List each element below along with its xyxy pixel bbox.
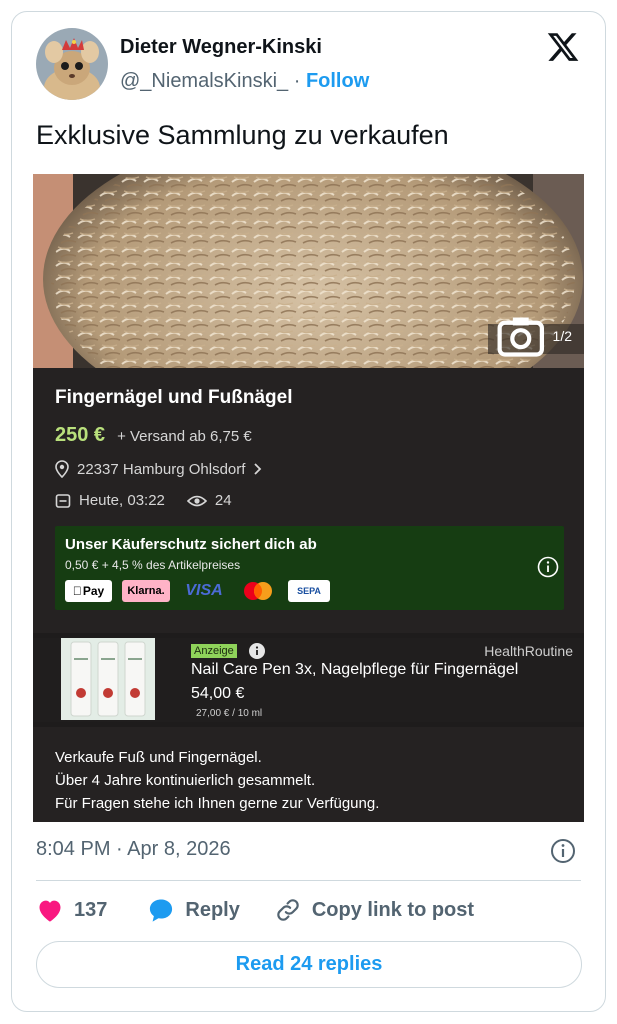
buyer-protection-title: Unser Käuferschutz sichert dich ab	[65, 536, 317, 553]
description-line: Über 4 Jahre kontinuierlich gesammelt.	[55, 772, 316, 789]
sepa-icon: SEPA	[288, 580, 330, 602]
divider	[36, 880, 581, 881]
tweet-media[interactable]: 1/2 Fingernägel und Fußnägel 250 € + Ver…	[33, 174, 584, 822]
posted-time: Heute, 03:22	[79, 492, 165, 509]
reply-label: Reply	[185, 898, 240, 921]
ad-brand: HealthRoutine	[484, 643, 573, 659]
link-icon	[277, 899, 299, 921]
author-handle-row: @_NiemalsKinski_ · Follow	[120, 70, 369, 93]
chevron-right-icon	[254, 463, 262, 475]
avatar[interactable]	[36, 28, 108, 100]
tweet-actions: 137 Reply Copy link to post	[36, 896, 474, 924]
speech-bubble-icon	[150, 899, 173, 922]
location-row: 22337 Hamburg Ohlsdorf	[55, 460, 263, 478]
ad-unit-price: 27,00 € / 10 ml	[196, 708, 263, 719]
tweet-text: Exklusive Sammlung zu verkaufen	[36, 120, 449, 150]
like-count: 137	[74, 898, 108, 921]
info-icon[interactable]	[537, 556, 559, 578]
like-button[interactable]: 137	[36, 897, 107, 923]
ad-product-name[interactable]: Nail Care Pen 3x, Nagelpflege für Finger…	[191, 661, 518, 679]
ad-price: 54,00 €	[191, 685, 245, 702]
separator: ·	[293, 70, 301, 92]
author-display-name[interactable]: Dieter Wegner-Kinski	[120, 36, 322, 59]
eye-icon	[186, 495, 207, 506]
follow-button[interactable]: Follow	[306, 70, 369, 92]
listing-location: 22337 Hamburg Ohlsdorf	[77, 460, 246, 478]
reply-button[interactable]: Reply	[147, 897, 240, 923]
payment-methods: Pay Klarna. VISA SEPA	[65, 580, 330, 602]
heart-icon	[39, 900, 61, 922]
ad-info-icon[interactable]	[249, 643, 265, 659]
copy-link-button[interactable]: Copy link to post	[274, 897, 474, 923]
tweet-timestamp[interactable]: 8:04 PM · Apr 8, 2026	[36, 838, 231, 861]
photo-counter: 1/2	[497, 317, 572, 357]
mastercard-icon	[238, 580, 278, 602]
copy-link-label: Copy link to post	[311, 898, 475, 921]
description-line: Verkaufe Fuß und Fingernägel.	[55, 749, 262, 766]
buyer-protection-fee: 0,50 € + 4,5 % des Artikelpreises	[65, 558, 241, 572]
ad-badge: Anzeige	[191, 644, 237, 658]
apple-pay-icon: Pay	[65, 580, 112, 602]
listing-price: 250 €	[55, 424, 106, 446]
buyer-protection-box: Unser Käuferschutz sichert dich ab 0,50 …	[55, 526, 564, 610]
read-replies-button[interactable]: Read 24 replies	[36, 941, 582, 988]
ad-product-image	[61, 638, 155, 720]
location-pin-icon	[55, 460, 69, 478]
calendar-icon	[55, 493, 71, 508]
author-handle[interactable]: @_NiemalsKinski_	[120, 70, 288, 92]
price-row: 250 € + Versand ab 6,75 €	[55, 424, 252, 447]
nail-collection-photo[interactable]: 1/2	[33, 174, 584, 368]
x-logo-icon[interactable]	[545, 30, 581, 64]
sponsored-ad[interactable]: Anzeige HealthRoutine Nail Care Pen 3x, …	[33, 638, 584, 722]
description-line: Für Fragen stehe ich Ihnen gerne zur Ver…	[55, 795, 380, 812]
listing-description: Verkaufe Fuß und Fingernägel. Über 4 Jah…	[33, 727, 584, 822]
visa-icon: VISA	[185, 582, 223, 599]
klarna-icon: Klarna.	[122, 580, 170, 602]
info-icon[interactable]	[550, 838, 576, 864]
photo-counter-text: 1/2	[552, 328, 572, 344]
shipping-cost: + Versand ab 6,75 €	[117, 428, 252, 445]
posted-row: Heute, 03:22 24	[55, 492, 232, 509]
listing-title: Fingernägel und Fußnägel	[55, 387, 293, 408]
view-count: 24	[214, 492, 232, 509]
